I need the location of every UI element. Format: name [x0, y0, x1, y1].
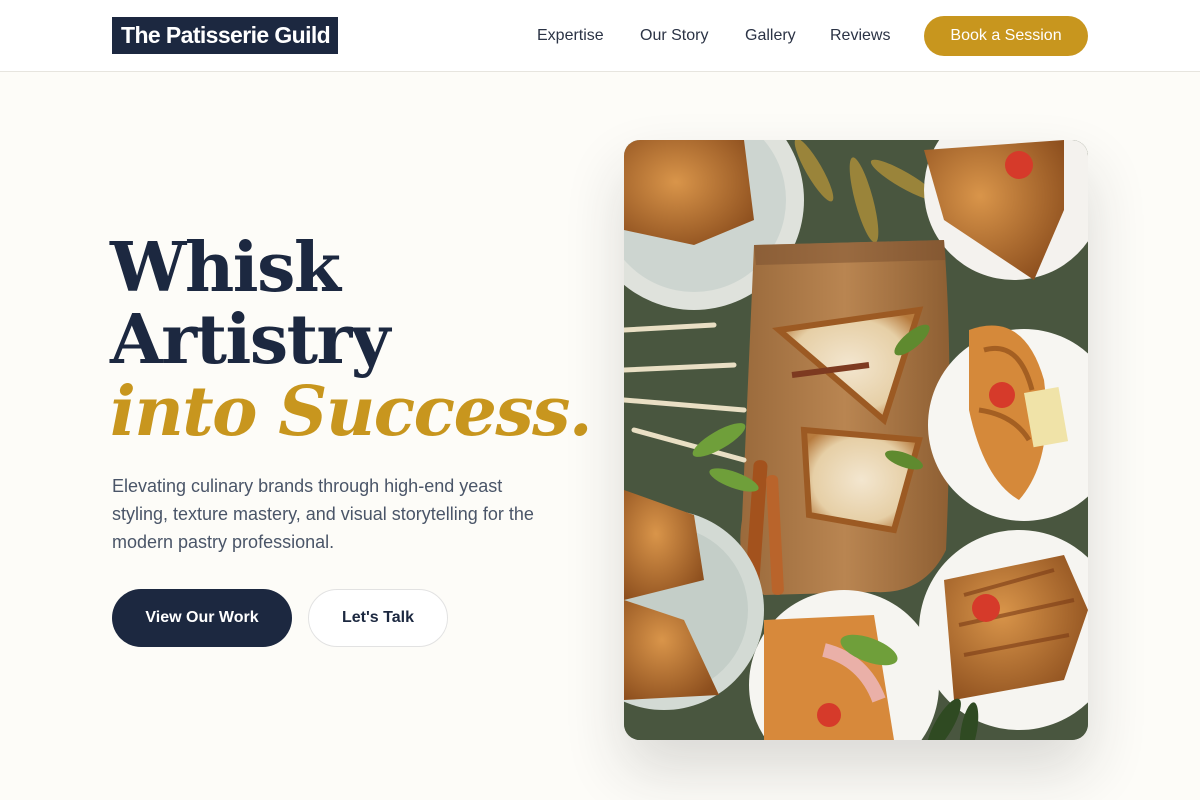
hero-title-line-2: Artistry: [110, 300, 390, 380]
brand-logo[interactable]: The Patisserie Guild: [112, 17, 339, 54]
nav-link-expertise[interactable]: Expertise: [537, 0, 604, 72]
hero-food-image: [624, 140, 1088, 740]
hero-title: Whisk Artistry into Success.: [110, 228, 593, 452]
nav-link-reviews[interactable]: Reviews: [830, 0, 890, 72]
hero-title-line-1: Whisk: [110, 228, 341, 308]
sandwich-platter-illustration: [624, 140, 1088, 740]
view-work-button[interactable]: View Our Work: [112, 589, 292, 647]
lets-talk-button[interactable]: Let's Talk: [308, 589, 448, 647]
nav-link-gallery[interactable]: Gallery: [745, 0, 796, 72]
nav-link-our-story[interactable]: Our Story: [640, 0, 708, 72]
hero-subtitle: Elevating culinary brands through high-e…: [112, 476, 534, 552]
book-session-button[interactable]: Book a Session: [924, 16, 1088, 56]
site-header: The Patisserie Guild Expertise Our Story…: [0, 0, 1200, 72]
hero-title-accent: into Success.: [110, 372, 593, 452]
